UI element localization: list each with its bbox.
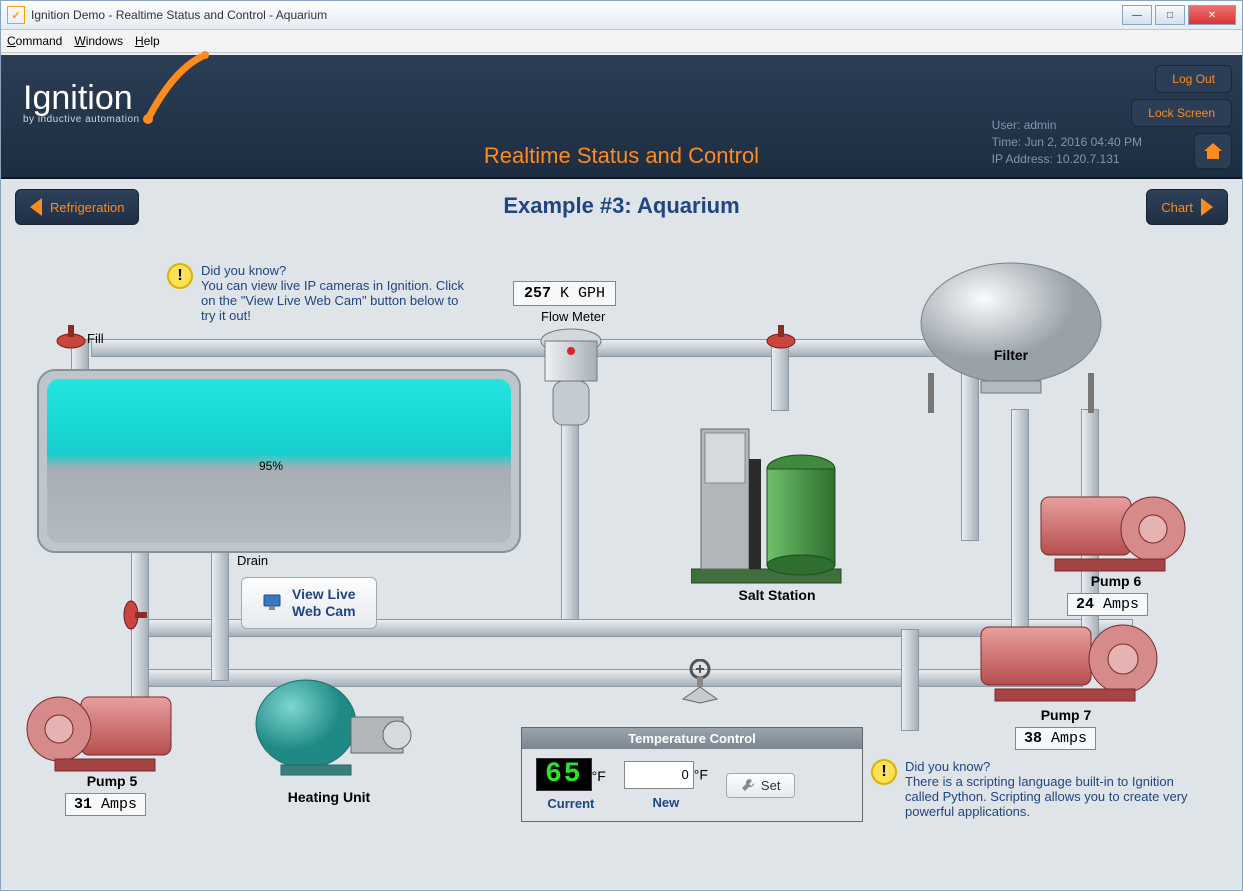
salt-valve[interactable] bbox=[763, 323, 793, 345]
monitor-icon bbox=[262, 593, 282, 613]
flow-meter-readout: 257 K GPH bbox=[513, 281, 616, 306]
fill-valve[interactable] bbox=[53, 323, 83, 345]
temp-title: Temperature Control bbox=[522, 728, 862, 749]
logo-text: Ignition bbox=[23, 79, 133, 117]
tip-1-title: Did you know? bbox=[201, 263, 467, 278]
temperature-control-panel: Temperature Control 65°F Current °F New … bbox=[521, 727, 863, 822]
salt-station-label: Salt Station bbox=[717, 587, 837, 603]
temp-current-readout: 65 bbox=[536, 758, 592, 791]
temp-new-label: New bbox=[624, 795, 708, 810]
logo: Ignition by inductive automation bbox=[23, 79, 140, 125]
window-maximize-button[interactable]: □ bbox=[1155, 5, 1185, 25]
tip-1-body: You can view live IP cameras in Ignition… bbox=[201, 278, 467, 323]
view-webcam-button[interactable]: View LiveWeb Cam bbox=[241, 577, 377, 629]
pump-6[interactable] bbox=[1031, 479, 1171, 569]
app-icon: ✓ bbox=[7, 6, 25, 24]
tip-2-title: Did you know? bbox=[905, 759, 1191, 774]
pump-5[interactable] bbox=[21, 679, 161, 769]
pump-7-amps-unit: Amps bbox=[1051, 730, 1087, 747]
window-close-button[interactable]: ✕ bbox=[1188, 5, 1236, 25]
menu-command[interactable]: Command bbox=[7, 34, 62, 48]
temp-new-unit: °F bbox=[694, 766, 708, 782]
arrow-right-icon bbox=[1201, 198, 1213, 216]
pump-7-amps: 38 Amps bbox=[1015, 727, 1096, 750]
pump-5-amps-unit: Amps bbox=[101, 796, 137, 813]
window-title: Ignition Demo - Realtime Status and Cont… bbox=[31, 8, 327, 22]
pump-7-label: Pump 7 bbox=[1021, 707, 1111, 723]
tip-2: ! Did you know? There is a scripting lan… bbox=[871, 759, 1191, 819]
time-value: Jun 2, 2016 04:40 PM bbox=[1025, 135, 1142, 149]
menubar: Command Windows Help bbox=[1, 30, 1242, 53]
logo-byline: by inductive automation bbox=[23, 114, 140, 125]
temp-current-unit: °F bbox=[592, 768, 606, 784]
page-title: Example #3: Aquarium bbox=[1, 193, 1242, 219]
webcam-line2: Web Cam bbox=[292, 603, 356, 619]
temp-new-input[interactable] bbox=[624, 761, 694, 789]
pump-5-amps: 31 Amps bbox=[65, 793, 146, 816]
fill-label: Fill bbox=[87, 331, 104, 346]
hand-valve[interactable] bbox=[677, 659, 723, 705]
wrench-icon bbox=[741, 778, 755, 792]
pipe bbox=[91, 339, 963, 357]
home-button[interactable] bbox=[1194, 133, 1232, 169]
pipe bbox=[211, 549, 229, 681]
salt-station bbox=[691, 399, 861, 589]
pump-5-amps-value: 31 bbox=[74, 796, 92, 813]
pump5-valve[interactable] bbox=[127, 597, 149, 627]
lock-screen-button[interactable]: Lock Screen bbox=[1131, 99, 1232, 127]
user-value: admin bbox=[1024, 118, 1057, 132]
menu-help[interactable]: Help bbox=[135, 34, 160, 48]
pipe bbox=[901, 629, 919, 731]
ip-value: 10.20.7.131 bbox=[1056, 152, 1119, 166]
temp-set-label: Set bbox=[761, 778, 781, 793]
home-icon bbox=[1202, 140, 1224, 162]
app-header: Ignition by inductive automation Realtim… bbox=[1, 55, 1242, 179]
filter-label: Filter bbox=[971, 347, 1051, 363]
tip-1: ! Did you know? You can view live IP cam… bbox=[167, 263, 467, 323]
window-minimize-button[interactable]: — bbox=[1122, 5, 1152, 25]
content-area: Refrigeration Example #3: Aquarium Chart… bbox=[1, 179, 1242, 889]
ip-label: IP Address: bbox=[992, 152, 1053, 166]
flow-value: 257 bbox=[524, 285, 551, 302]
time-label: Time: bbox=[992, 135, 1022, 149]
tank-level: 95% bbox=[259, 459, 283, 473]
heating-unit-label: Heating Unit bbox=[269, 789, 389, 805]
tip-2-body: There is a scripting language built-in t… bbox=[905, 774, 1191, 819]
flow-meter-icon bbox=[535, 325, 607, 435]
temp-set-button[interactable]: Set bbox=[726, 773, 796, 798]
nav-next-button[interactable]: Chart bbox=[1146, 189, 1228, 225]
flow-meter-label: Flow Meter bbox=[541, 309, 605, 324]
flow-units: K GPH bbox=[560, 285, 605, 302]
aquarium-tank: 95% bbox=[37, 369, 521, 553]
nav-next-label: Chart bbox=[1161, 200, 1193, 215]
pipe bbox=[1011, 409, 1029, 631]
window-titlebar: ✓ Ignition Demo - Realtime Status and Co… bbox=[1, 1, 1242, 30]
info-icon: ! bbox=[871, 759, 897, 785]
pump-5-label: Pump 5 bbox=[67, 773, 157, 789]
logout-button[interactable]: Log Out bbox=[1155, 65, 1232, 93]
menu-windows[interactable]: Windows bbox=[74, 34, 123, 48]
drain-label: Drain bbox=[237, 553, 268, 568]
pump-7[interactable] bbox=[971, 609, 1111, 699]
filter-vessel bbox=[901, 253, 1121, 423]
pump-6-label: Pump 6 bbox=[1071, 573, 1161, 589]
heating-unit bbox=[251, 669, 431, 779]
pump-7-amps-value: 38 bbox=[1024, 730, 1042, 747]
logo-swoosh-icon bbox=[143, 51, 223, 131]
temp-current-label: Current bbox=[536, 796, 606, 811]
user-label: User: bbox=[992, 118, 1021, 132]
process-diagram: ! Did you know? You can view live IP cam… bbox=[11, 239, 1232, 879]
header-status: User: admin Time: Jun 2, 2016 04:40 PM I… bbox=[992, 117, 1142, 167]
webcam-line1: View Live bbox=[292, 586, 356, 602]
info-icon: ! bbox=[167, 263, 193, 289]
